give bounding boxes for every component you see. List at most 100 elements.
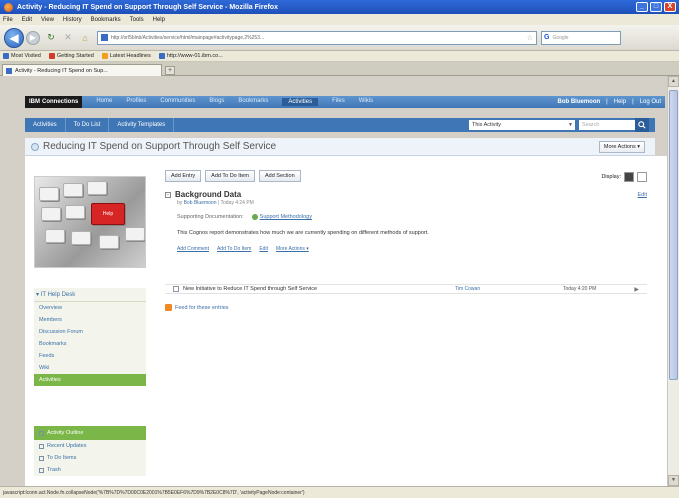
activity-main: Add Entry Add To Do Item Add Section Dis… bbox=[160, 166, 655, 486]
more-actions-button[interactable]: More Actions ▾ bbox=[598, 140, 645, 153]
page-scrollbar[interactable]: ▲ ▼ bbox=[667, 76, 679, 486]
entry-background-data: − Background Data Edit by Bob Bluemoon |… bbox=[165, 190, 647, 252]
updates-icon bbox=[39, 443, 44, 449]
community-members-link[interactable]: Members bbox=[34, 314, 146, 326]
separator: | bbox=[606, 99, 608, 105]
nav-home[interactable]: Home bbox=[96, 98, 112, 106]
attachment-link[interactable]: Support Methodology bbox=[251, 214, 312, 220]
attachment-icon bbox=[251, 214, 258, 220]
add-todo-link[interactable]: Add To Do Item bbox=[217, 246, 251, 252]
nav-blogs[interactable]: Blogs bbox=[209, 98, 224, 106]
trash-icon bbox=[39, 467, 44, 473]
entry-title[interactable]: Background Data bbox=[175, 190, 241, 199]
scroll-thumb[interactable] bbox=[669, 90, 678, 380]
app-logo[interactable]: IBM Connections bbox=[25, 96, 83, 108]
rss-icon bbox=[165, 304, 172, 311]
trash-view[interactable]: Trash bbox=[34, 464, 146, 476]
tab-label: Activity - Reducing IT Spend on Sup... bbox=[15, 67, 108, 74]
search-input[interactable]: Search bbox=[579, 120, 637, 130]
nav-profiles[interactable]: Profiles bbox=[126, 98, 146, 106]
bookmark-star-icon[interactable]: ☆ bbox=[527, 34, 533, 42]
menu-bookmarks[interactable]: Bookmarks bbox=[91, 17, 121, 23]
user-name[interactable]: Bob Bluemoon bbox=[558, 99, 601, 105]
menu-history[interactable]: History bbox=[63, 17, 82, 23]
search-icon[interactable] bbox=[635, 118, 649, 132]
reload-icon[interactable]: ↻ bbox=[45, 32, 57, 44]
community-name[interactable]: ▾ IT Help Desk bbox=[34, 288, 146, 302]
recent-updates-view[interactable]: Recent Updates bbox=[34, 440, 146, 452]
collapse-toggle-icon[interactable]: − bbox=[165, 191, 171, 198]
search-scope-value: This Activity bbox=[472, 122, 502, 128]
community-activities-link[interactable]: Activities bbox=[34, 374, 146, 386]
forward-arrow-icon[interactable]: ▶ bbox=[26, 30, 40, 45]
search-scope-select[interactable]: This Activity ▼ bbox=[469, 120, 575, 130]
minimize-button[interactable]: _ bbox=[636, 2, 648, 12]
activity-outline-view[interactable]: Activity Outline bbox=[34, 426, 146, 440]
feed-link[interactable]: Feed for these entries bbox=[165, 304, 229, 311]
more-actions-link[interactable]: More Actions ▾ bbox=[276, 246, 309, 252]
scroll-up-icon[interactable]: ▲ bbox=[668, 76, 679, 87]
new-tab-button[interactable]: + bbox=[165, 66, 175, 75]
collapsed-view-icon[interactable] bbox=[637, 172, 647, 182]
address-bar[interactable]: http://orl5blnb/Activities/service/html/… bbox=[97, 30, 537, 45]
todo-assignee[interactable]: Tim Cowan bbox=[455, 286, 480, 292]
menu-bar: File Edit View History Bookmarks Tools H… bbox=[0, 14, 679, 25]
subnav-todo-list[interactable]: To Do List bbox=[66, 118, 110, 132]
scroll-down-icon[interactable]: ▼ bbox=[668, 475, 679, 486]
menu-view[interactable]: View bbox=[41, 17, 54, 23]
logout-link[interactable]: Log Out bbox=[640, 99, 661, 105]
add-comment-link[interactable]: Add Comment bbox=[177, 246, 209, 252]
nav-files[interactable]: Files bbox=[332, 98, 345, 106]
bookmark-ibm[interactable]: http://www-01.ibm.co... bbox=[158, 53, 223, 59]
nav-wikis[interactable]: Wikis bbox=[359, 98, 373, 106]
add-entry-button[interactable]: Add Entry bbox=[165, 170, 202, 182]
activities-subnav: Activities To Do List Activity Templates… bbox=[25, 118, 655, 132]
add-todo-button[interactable]: Add To Do Item bbox=[205, 170, 255, 182]
home-icon[interactable]: ⌂ bbox=[79, 32, 91, 44]
bookmarks-bar: Most Visited Getting Started Latest Head… bbox=[0, 51, 679, 62]
back-arrow-icon[interactable]: ◀ bbox=[4, 27, 24, 48]
bookmark-label: Most Visited bbox=[11, 53, 41, 59]
keyboard-key bbox=[41, 207, 61, 221]
help-link[interactable]: Help bbox=[614, 99, 626, 105]
expanded-view-icon[interactable] bbox=[624, 172, 634, 182]
keyboard-key bbox=[39, 187, 59, 201]
menu-edit[interactable]: Edit bbox=[22, 17, 32, 23]
menu-file[interactable]: File bbox=[3, 17, 13, 23]
activity-title-bar: Reducing IT Spend on Support Through Sel… bbox=[25, 138, 655, 156]
entry-description: This Cognos report demonstrates how much… bbox=[177, 230, 429, 236]
stop-icon[interactable]: ✕ bbox=[62, 32, 74, 44]
attachment-name: Support Methodology bbox=[259, 214, 312, 220]
todo-item-row[interactable]: New Initiative to Reduce IT Spend throug… bbox=[165, 284, 647, 294]
add-section-button[interactable]: Add Section bbox=[258, 170, 301, 182]
tab-activity[interactable]: Activity - Reducing IT Spend on Sup... bbox=[2, 64, 162, 76]
todo-items-view[interactable]: To Do Items bbox=[34, 452, 146, 464]
activity-toolbar: Add Entry Add To Do Item Add Section bbox=[165, 170, 301, 182]
nav-communities[interactable]: Communities bbox=[160, 98, 195, 106]
browser-search-box[interactable]: G Google bbox=[541, 30, 621, 45]
entry-author-link[interactable]: Bob Bluemoon bbox=[184, 200, 217, 206]
edit-link[interactable]: Edit bbox=[259, 246, 268, 252]
maximize-button[interactable]: □ bbox=[650, 2, 662, 12]
subnav-activity-templates[interactable]: Activity Templates bbox=[109, 118, 175, 132]
nav-bookmarks[interactable]: Bookmarks bbox=[238, 98, 268, 106]
community-feeds-link[interactable]: Feeds bbox=[34, 350, 146, 362]
bookmark-most-visited[interactable]: Most Visited bbox=[3, 53, 41, 59]
community-bookmarks-link[interactable]: Bookmarks bbox=[34, 338, 146, 350]
community-nav: ▾ IT Help Desk Overview Members Discussi… bbox=[34, 288, 146, 386]
todo-title[interactable]: New Initiative to Reduce IT Spend throug… bbox=[183, 286, 317, 292]
menu-help[interactable]: Help bbox=[153, 17, 165, 23]
community-forum-link[interactable]: Discussion Forum bbox=[34, 326, 146, 338]
subnav-activities[interactable]: Activities bbox=[25, 118, 66, 132]
close-button[interactable]: X bbox=[664, 2, 676, 12]
entry-edit-link[interactable]: Edit bbox=[638, 192, 647, 198]
nav-activities[interactable]: Activities bbox=[282, 98, 319, 106]
address-url: http://orl5blnb/Activities/service/html/… bbox=[111, 34, 265, 41]
community-wiki-link[interactable]: Wiki bbox=[34, 362, 146, 374]
expand-arrow-icon[interactable]: ▶ bbox=[634, 286, 639, 293]
todo-checkbox[interactable] bbox=[173, 286, 179, 292]
menu-tools[interactable]: Tools bbox=[130, 17, 144, 23]
community-overview-link[interactable]: Overview bbox=[34, 302, 146, 314]
bookmark-latest-headlines[interactable]: Latest Headlines bbox=[101, 53, 151, 59]
bookmark-getting-started[interactable]: Getting Started bbox=[48, 53, 94, 59]
